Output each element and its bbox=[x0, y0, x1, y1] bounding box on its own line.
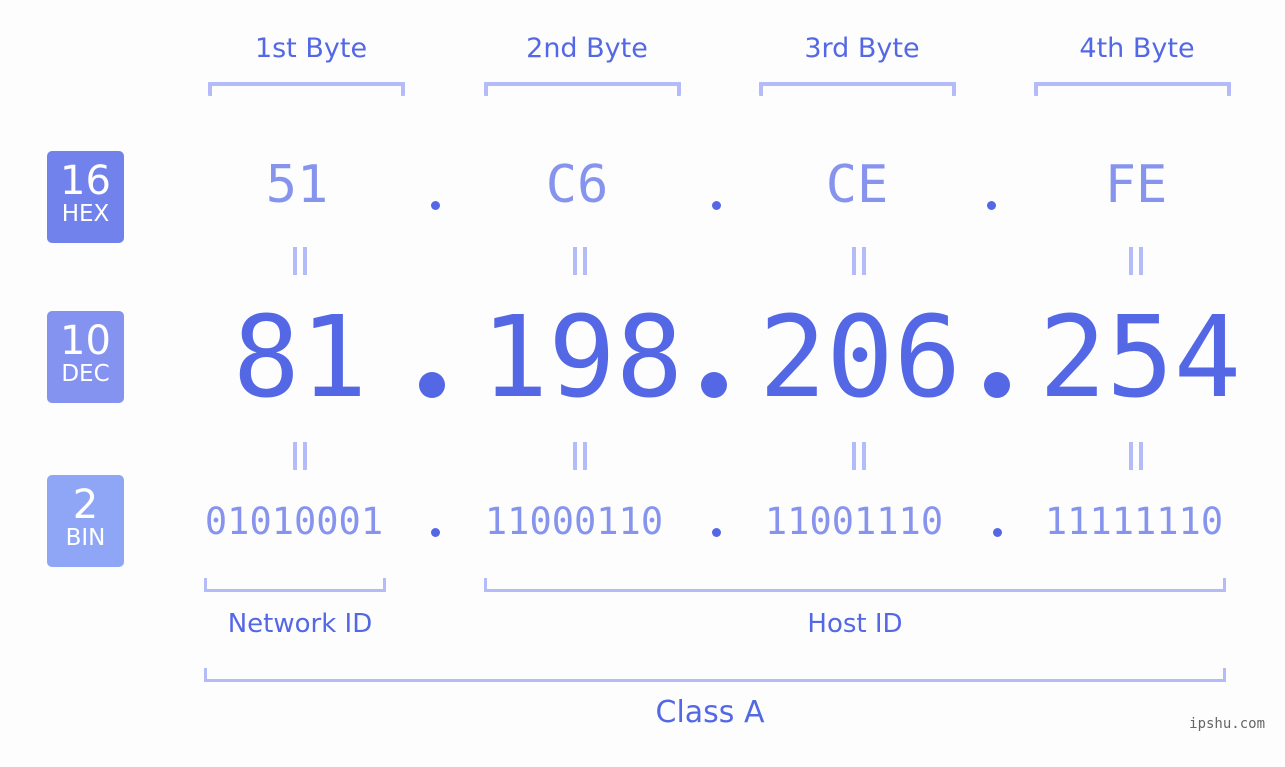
byte-bracket-1 bbox=[208, 82, 405, 96]
hex-value-3: CE bbox=[825, 155, 889, 215]
bin-badge-label: BIN bbox=[65, 525, 106, 551]
equals-icon bbox=[290, 247, 310, 275]
hex-value-4: FE bbox=[1104, 155, 1168, 215]
dec-badge-base: 10 bbox=[60, 318, 111, 364]
hex-value-1: 51 bbox=[265, 155, 329, 215]
byte-bracket-4 bbox=[1034, 82, 1231, 96]
dec-badge-label: DEC bbox=[61, 361, 110, 387]
dec-value-1: 81 bbox=[232, 293, 368, 423]
hex-badge-label: HEX bbox=[61, 201, 110, 227]
equals-icon bbox=[570, 247, 590, 275]
equals-icon bbox=[570, 442, 590, 470]
bin-separator-dot bbox=[431, 528, 440, 537]
host-id-bracket bbox=[484, 578, 1226, 592]
dec-value-2: 198 bbox=[480, 293, 684, 423]
dec-value-4: 254 bbox=[1038, 293, 1242, 423]
bin-badge: 2 BIN bbox=[47, 475, 124, 567]
byte-header-4: 4th Byte bbox=[1079, 33, 1195, 64]
bin-value-4: 11111110 bbox=[1044, 500, 1224, 543]
byte-header-2: 2nd Byte bbox=[526, 33, 648, 64]
dec-separator-dot bbox=[701, 372, 727, 398]
equals-icon bbox=[849, 442, 869, 470]
hex-separator-dot bbox=[712, 201, 721, 210]
class-label: Class A bbox=[655, 695, 765, 730]
hex-separator-dot bbox=[987, 201, 996, 210]
class-bracket bbox=[204, 668, 1226, 682]
hex-badge-base: 16 bbox=[60, 158, 111, 204]
hex-separator-dot bbox=[431, 201, 440, 210]
watermark: ipshu.com bbox=[1189, 716, 1265, 732]
bin-value-1: 01010001 bbox=[204, 500, 384, 543]
bin-value-3: 11001110 bbox=[764, 500, 944, 543]
byte-bracket-3 bbox=[759, 82, 956, 96]
hex-value-2: C6 bbox=[545, 155, 609, 215]
byte-header-1: 1st Byte bbox=[254, 33, 368, 64]
hex-badge: 16 HEX bbox=[47, 151, 124, 243]
equals-icon bbox=[1126, 442, 1146, 470]
bin-separator-dot bbox=[712, 528, 721, 537]
equals-icon bbox=[849, 247, 869, 275]
bin-separator-dot bbox=[993, 528, 1002, 537]
bin-value-2: 11000110 bbox=[484, 500, 664, 543]
byte-bracket-2 bbox=[484, 82, 681, 96]
bin-badge-base: 2 bbox=[72, 482, 99, 528]
equals-icon bbox=[290, 442, 310, 470]
dec-separator-dot bbox=[419, 372, 445, 398]
equals-icon bbox=[1126, 247, 1146, 275]
dec-separator-dot bbox=[984, 372, 1010, 398]
dec-badge: 10 DEC bbox=[47, 311, 124, 403]
dec-value-3: 206 bbox=[758, 293, 962, 423]
network-id-label: Network ID bbox=[227, 609, 373, 639]
network-id-bracket bbox=[204, 578, 386, 592]
host-id-label: Host ID bbox=[807, 609, 903, 639]
byte-header-3: 3rd Byte bbox=[804, 33, 920, 64]
